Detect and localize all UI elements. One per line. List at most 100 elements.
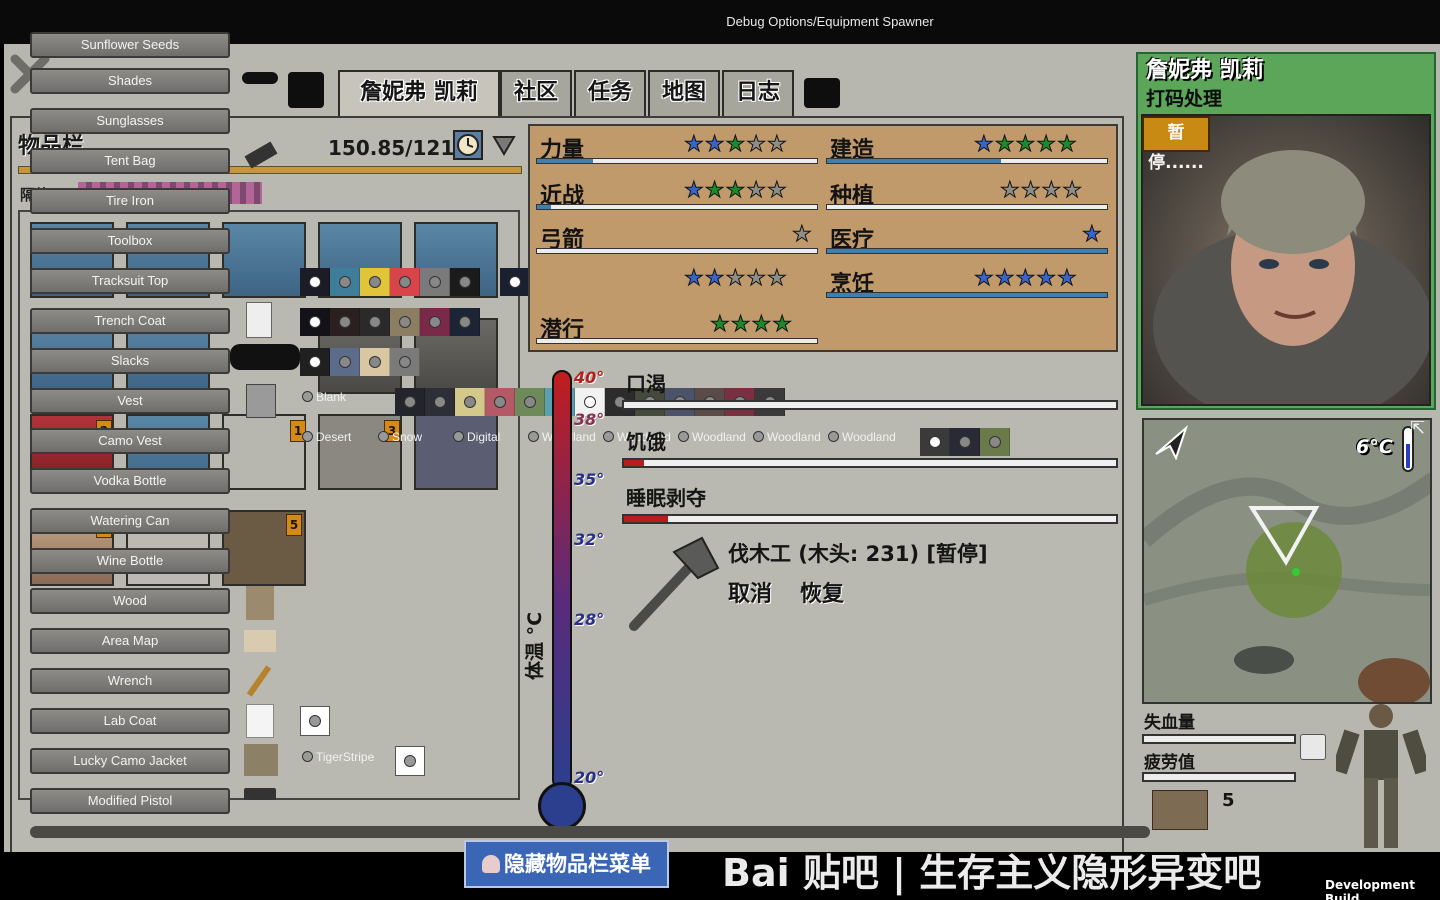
spawn-sunflower-seeds-button[interactable]: Sunflower Seeds (30, 32, 230, 58)
color-swatch[interactable] (360, 348, 390, 376)
color-swatch[interactable] (485, 388, 515, 416)
paused-badge: 暂停...... (1142, 116, 1210, 173)
color-swatch[interactable] (390, 268, 420, 296)
character-name: 詹妮弗 凯莉 (1146, 58, 1264, 83)
pattern-radio-woodland-3[interactable]: Woodland (678, 430, 746, 444)
color-swatch[interactable] (515, 388, 545, 416)
color-swatch[interactable] (390, 348, 420, 376)
need-label-hunger: 饥饿 (626, 430, 666, 454)
spawn-toolbox-button[interactable]: Toolbox (30, 228, 230, 254)
spawn-watering-can-button[interactable]: Watering Can (30, 508, 230, 534)
sort-dropdown-icon[interactable] (492, 134, 516, 160)
stat-bar-stealth (536, 338, 818, 344)
thermometer-label: 体温 °C (524, 611, 546, 680)
spawn-camo-vest-button[interactable]: Camo Vest (30, 428, 230, 454)
spawn-vest-button[interactable]: Vest (30, 388, 230, 414)
color-swatch[interactable] (395, 388, 425, 416)
spawn-lab-coat-button[interactable]: Lab Coat (30, 708, 230, 734)
spawn-wrench-button[interactable]: Wrench (30, 668, 230, 694)
color-swatch-single[interactable] (300, 706, 330, 736)
watermark: Bai 贴吧 | 生存主义隐形异变吧 (722, 851, 1262, 895)
tab-camera-icon-right[interactable] (804, 78, 840, 108)
color-swatch[interactable] (420, 308, 450, 336)
spawn-shades-button[interactable]: Shades (30, 68, 230, 94)
tab-map[interactable]: 地图 (648, 70, 720, 116)
tab-journal[interactable]: 日志 (722, 70, 794, 116)
thermometer-bulb (538, 782, 586, 830)
color-swatch[interactable] (920, 428, 950, 456)
pattern-radio-tigerstripe[interactable]: TigerStripe (302, 750, 374, 764)
armor-vest-icon (1300, 734, 1326, 760)
color-swatch[interactable] (980, 428, 1010, 456)
tab-community[interactable]: 社区 (500, 70, 572, 116)
color-swatch[interactable] (300, 308, 330, 336)
blood-loss-bar (1142, 734, 1296, 744)
color-swatch[interactable] (330, 268, 360, 296)
color-swatch[interactable] (450, 308, 480, 336)
color-swatch[interactable] (425, 388, 455, 416)
stat-stars-strength: ★★★★★ (684, 132, 788, 157)
map-icon (244, 630, 276, 652)
color-swatch[interactable] (950, 428, 980, 456)
tab-missions[interactable]: 任务 (574, 70, 646, 116)
pattern-radio-digital[interactable]: Digital (453, 430, 500, 444)
map-expand-icon[interactable]: ⇱ (1410, 418, 1430, 439)
color-swatch-row[interactable] (300, 308, 480, 336)
pattern-radio-woodland-4[interactable]: Woodland (753, 430, 821, 444)
inventory-slot-toolbox[interactable] (222, 222, 306, 298)
task-cancel-button[interactable]: 取消 (728, 576, 772, 608)
spawn-vodka-bottle-button[interactable]: Vodka Bottle (30, 468, 230, 494)
bottom-scrollbar[interactable] (30, 826, 1150, 838)
spawn-tent-bag-button[interactable]: Tent Bag (30, 148, 230, 174)
color-swatch[interactable] (390, 308, 420, 336)
need-bar-thirst (622, 400, 1118, 410)
hide-inventory-menu-button[interactable]: 隐藏物品栏菜单 (464, 840, 669, 888)
color-swatch[interactable] (450, 268, 480, 296)
color-swatch[interactable] (360, 268, 390, 296)
color-swatch[interactable] (330, 348, 360, 376)
stat-stars-cooking: ★★★★★ (974, 266, 1078, 291)
color-swatch[interactable] (500, 268, 530, 296)
stat-stars-melee: ★★★★★ (684, 178, 788, 203)
jacket-icon (246, 302, 272, 338)
inventory-slot-radio[interactable] (414, 414, 498, 490)
spawn-lucky-camo-jacket-button[interactable]: Lucky Camo Jacket (30, 748, 230, 774)
stat-stars-construction: ★★★★★ (974, 132, 1078, 157)
tab-camera-icon[interactable] (288, 72, 324, 108)
color-swatch[interactable] (330, 308, 360, 336)
color-swatch-row[interactable] (300, 348, 420, 376)
clock-icon[interactable] (453, 130, 483, 160)
vest-icon (246, 384, 276, 418)
task-resume-button[interactable]: 恢复 (800, 576, 844, 608)
spawn-area-map-button[interactable]: Area Map (30, 628, 230, 654)
color-swatch[interactable] (360, 308, 390, 336)
temp-mark-40: 40° (574, 368, 605, 387)
spawn-tire-iron-button[interactable]: Tire Iron (30, 188, 230, 214)
development-build-label: Development Build (1325, 878, 1415, 900)
spawn-wine-bottle-button[interactable]: Wine Bottle (30, 548, 230, 574)
fatigue-bar (1142, 772, 1296, 782)
color-swatch[interactable] (300, 268, 330, 296)
color-swatch-single[interactable] (395, 746, 425, 776)
color-swatch[interactable] (420, 268, 450, 296)
pattern-radio-desert[interactable]: Desert (302, 430, 351, 444)
need-bar-hunger (622, 458, 1118, 468)
spawn-sunglasses-button[interactable]: Sunglasses (30, 108, 230, 134)
spawn-trench-coat-button[interactable]: Trench Coat (30, 308, 230, 334)
spawn-wood-button[interactable]: Wood (30, 588, 230, 614)
pattern-radio-blank[interactable]: Blank (302, 390, 346, 404)
slot-count-badge: 5 (286, 514, 302, 536)
pattern-radio-snow[interactable]: Snow (378, 430, 422, 444)
color-swatch[interactable] (455, 388, 485, 416)
spawn-modified-pistol-button[interactable]: Modified Pistol (30, 788, 230, 814)
compass-arrow-icon (1152, 424, 1192, 464)
color-swatch-row[interactable] (300, 268, 480, 296)
tab-character[interactable]: 詹妮弗 凯莉 (338, 70, 500, 116)
color-swatch-row[interactable] (920, 428, 1010, 456)
spawn-tracksuit-top-button[interactable]: Tracksuit Top (30, 268, 230, 294)
spawn-slacks-button[interactable]: Slacks (30, 348, 230, 374)
ambient-temperature: 6°C (1356, 436, 1393, 458)
pattern-radio-woodland-5[interactable]: Woodland (828, 430, 896, 444)
helmet-icon (482, 855, 500, 873)
color-swatch[interactable] (300, 348, 330, 376)
